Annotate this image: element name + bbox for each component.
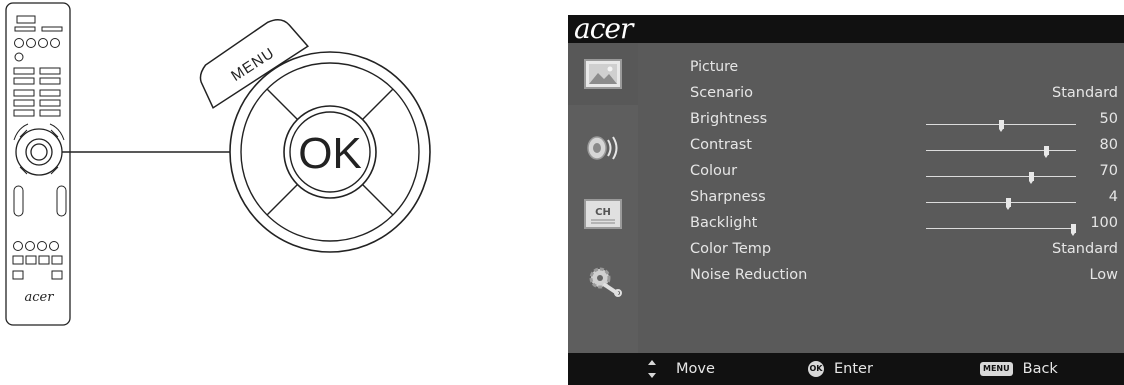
row-label: Brightness: [690, 111, 768, 127]
osd-sidebar: CH: [568, 43, 638, 353]
picture-icon: [584, 59, 622, 89]
big-dpad: OK: [229, 51, 431, 253]
menu-row-sharpness[interactable]: Sharpness 4: [690, 189, 1118, 213]
up-down-arrows-icon: [648, 360, 656, 378]
backlight-slider[interactable]: [926, 224, 1076, 238]
row-value: 100: [1090, 215, 1118, 231]
menu-title: Picture: [690, 59, 739, 75]
svg-text:CH: CH: [595, 207, 611, 218]
row-label: Color Temp: [690, 241, 772, 257]
menu-row-contrast[interactable]: Contrast 80: [690, 137, 1118, 161]
slider-thumb[interactable]: [998, 120, 1004, 132]
menu-row-color-temp[interactable]: Color Temp Standard: [690, 241, 1118, 265]
row-value: Low: [1089, 267, 1118, 283]
ok-badge-icon: OK: [808, 361, 824, 377]
menu-row-noise-reduction[interactable]: Noise Reduction Low: [690, 267, 1118, 291]
row-value: Standard: [1052, 241, 1118, 257]
row-label: Sharpness: [690, 189, 766, 205]
sharpness-slider[interactable]: [926, 198, 1076, 212]
sidebar-item-sound[interactable]: [568, 117, 638, 179]
remote-brand-logo: acer: [25, 290, 55, 305]
hint-enter: OK Enter: [808, 361, 873, 377]
brightness-slider[interactable]: [926, 120, 1076, 134]
osd-hint-bar: Move OK Enter MENU Back: [568, 353, 1124, 385]
slider-thumb[interactable]: [1043, 146, 1049, 158]
menu-row-colour[interactable]: Colour 70: [690, 163, 1118, 187]
row-label: Contrast: [690, 137, 752, 153]
menu-badge-icon: MENU: [980, 362, 1013, 376]
remote-illustration: acer OK MENU: [0, 0, 540, 385]
menu-row-scenario[interactable]: Scenario Standard: [690, 85, 1118, 109]
row-label: Colour: [690, 163, 738, 179]
row-value: Standard: [1052, 85, 1118, 101]
acer-logo: acer: [574, 15, 633, 45]
slider-thumb[interactable]: [1071, 224, 1076, 236]
hint-back-label: Back: [1022, 361, 1058, 377]
sound-icon: [587, 136, 618, 160]
osd-top-bar: acer: [568, 15, 1124, 45]
ok-button-label: OK: [298, 129, 362, 178]
sidebar-item-channel[interactable]: CH: [568, 183, 638, 245]
osd-menu-panel: Picture Scenario Standard Brightness 50 …: [638, 43, 1124, 353]
slider-thumb[interactable]: [1006, 198, 1011, 210]
channel-icon: CH: [584, 199, 622, 229]
row-label: Noise Reduction: [690, 267, 808, 283]
contrast-slider[interactable]: [926, 146, 1076, 160]
row-label: Backlight: [690, 215, 758, 231]
row-label: Scenario: [690, 85, 754, 101]
menu-row-brightness[interactable]: Brightness 50: [690, 111, 1118, 135]
settings-icon: [589, 267, 622, 297]
row-value: 50: [1099, 111, 1118, 127]
row-value: 4: [1108, 189, 1118, 205]
hint-enter-label: Enter: [834, 361, 873, 377]
slider-thumb[interactable]: [1028, 172, 1034, 184]
hint-move: Move: [676, 361, 715, 377]
sidebar-item-settings[interactable]: [568, 249, 638, 311]
hint-back: MENU Back: [980, 361, 1058, 377]
hint-move-label: Move: [676, 361, 715, 377]
row-value: 80: [1099, 137, 1118, 153]
osd-screen: acer CH Picture Scenario Standard Bright…: [568, 15, 1124, 385]
row-value: 70: [1099, 163, 1118, 179]
sidebar-item-picture[interactable]: [568, 43, 638, 105]
colour-slider[interactable]: [926, 172, 1076, 186]
menu-row-backlight[interactable]: Backlight 100: [690, 215, 1118, 239]
